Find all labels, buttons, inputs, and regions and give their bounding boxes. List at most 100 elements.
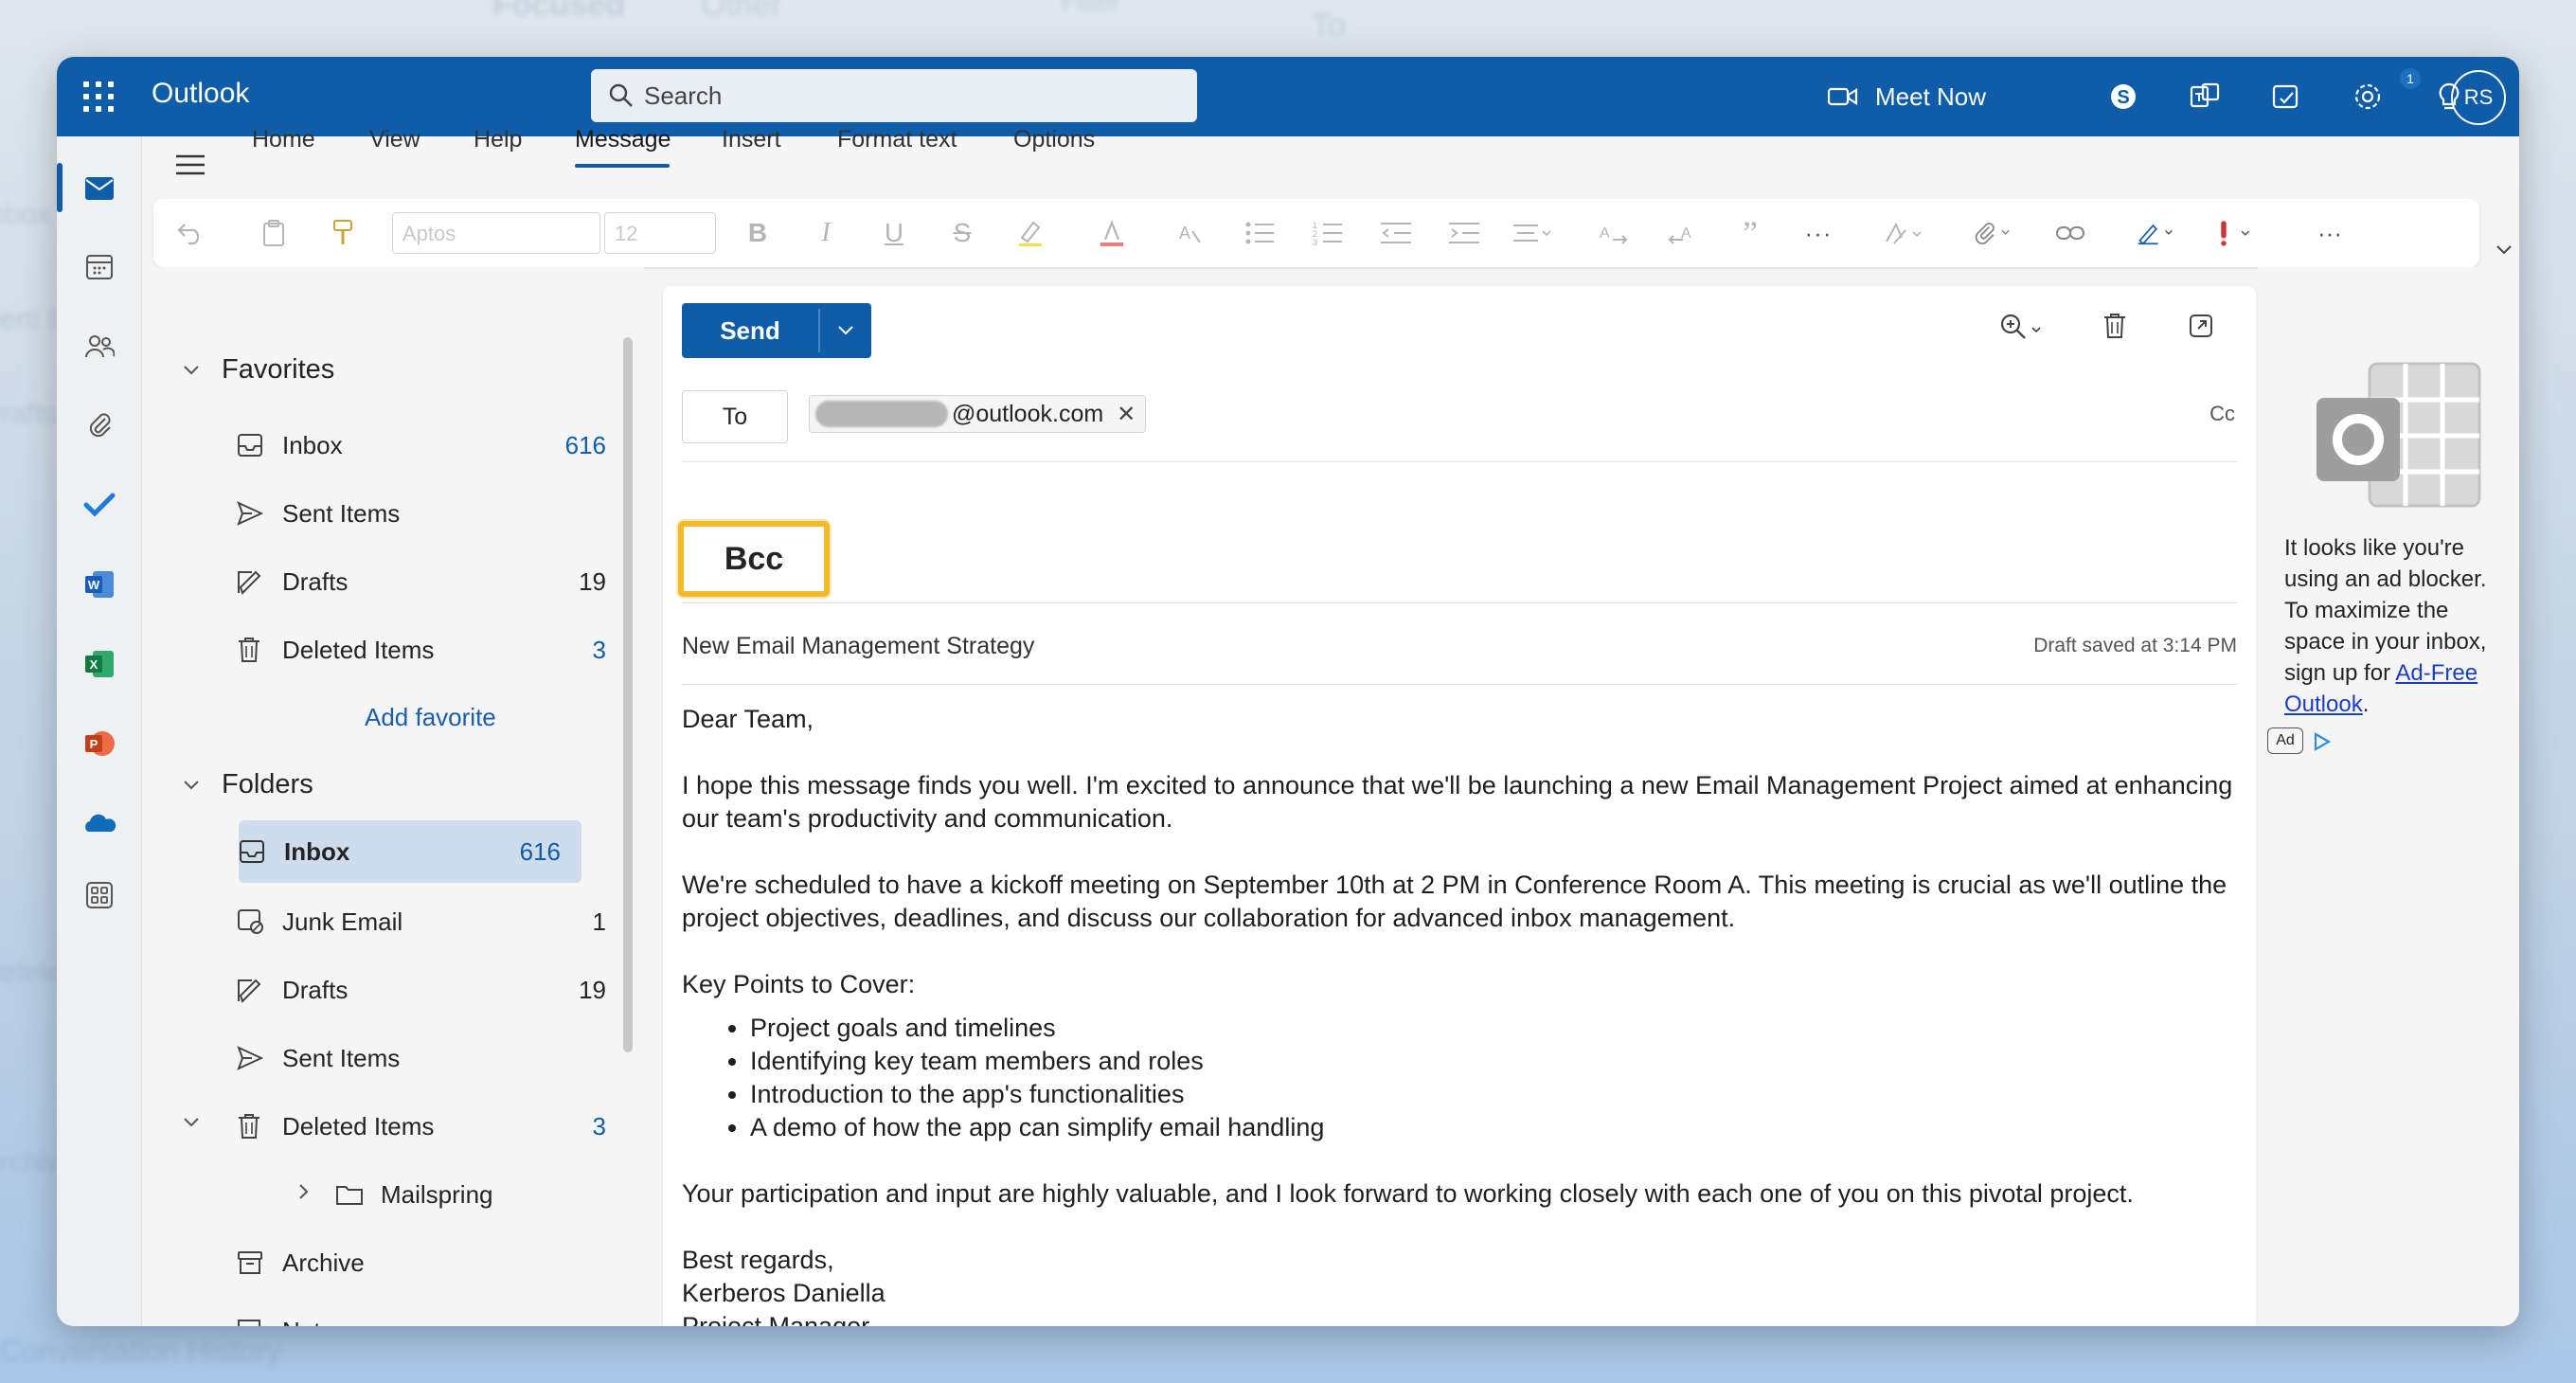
my-day-icon[interactable]	[2267, 78, 2305, 116]
increase-indent-icon[interactable]	[1445, 216, 1483, 250]
chevron-down-icon[interactable]	[182, 1116, 201, 1134]
settings-gear-icon[interactable]	[2349, 78, 2387, 116]
bcc-button[interactable]: Bcc	[678, 521, 830, 597]
add-favorite-link[interactable]: Add favorite	[365, 703, 496, 732]
decrease-indent-icon[interactable]	[1377, 216, 1415, 250]
send-button[interactable]: Send	[682, 303, 818, 358]
app-launcher-icon[interactable]	[83, 81, 114, 112]
folder-sent-items[interactable]: Sent Items	[237, 1027, 606, 1089]
attach-file-icon[interactable]	[1974, 216, 2012, 250]
signature-icon[interactable]	[2137, 216, 2174, 250]
favorite-deleted-items[interactable]: Deleted Items 3	[237, 619, 606, 681]
zoom-icon[interactable]	[1998, 313, 2046, 348]
meet-now-button[interactable]: Meet Now	[1828, 70, 1986, 123]
font-name-select[interactable]: Aptos	[392, 212, 600, 254]
onedrive-icon[interactable]	[78, 801, 121, 845]
background-tab-other: Other	[701, 0, 782, 23]
folder-mailspring[interactable]: Mailspring	[335, 1163, 606, 1226]
ad-badge: Ad	[2267, 727, 2303, 754]
recipient-domain: @outlook.com	[952, 400, 1104, 427]
folder-deleted-items[interactable]: Deleted Items 3	[237, 1095, 606, 1158]
clear-formatting-icon[interactable]: A	[1172, 216, 1210, 250]
chevron-down-icon	[184, 780, 199, 789]
bold-icon[interactable]: B	[739, 216, 777, 250]
favorite-sent-items[interactable]: Sent Items	[237, 482, 606, 545]
key-points-heading: Key Points to Cover:	[682, 970, 916, 998]
account-avatar[interactable]: RS	[2451, 70, 2506, 125]
favorite-inbox[interactable]: Inbox 616	[237, 414, 606, 476]
word-icon[interactable]: W	[78, 563, 121, 606]
list-item: A demo of how the app can simplify email…	[750, 1111, 2235, 1144]
editor-icon[interactable]	[1885, 216, 1923, 250]
pop-out-icon[interactable]	[2188, 313, 2214, 344]
font-color-icon[interactable]	[1093, 216, 1131, 250]
more-options-icon[interactable]: ···	[2311, 216, 2349, 250]
more-apps-icon[interactable]	[78, 873, 121, 917]
discard-trash-icon[interactable]	[2102, 313, 2127, 344]
remove-recipient-close-icon[interactable]: ✕	[1117, 401, 1136, 428]
signature-block: Best regards, Kerberos Daniella Project …	[682, 1244, 2235, 1326]
tab-insert[interactable]: Insert	[722, 126, 781, 153]
subject-field[interactable]: New Email Management Strategy	[682, 633, 1034, 660]
todo-check-icon[interactable]	[78, 483, 121, 527]
highlight-icon[interactable]	[1011, 216, 1049, 250]
recipient-chip[interactable]: @outlook.com ✕	[809, 395, 1147, 433]
ribbon-toolbar: Aptos 12 B I U S A 123 A A ” ··· ···	[153, 199, 2479, 267]
list-item: Introduction to the app's functionalitie…	[750, 1078, 2235, 1111]
tab-view[interactable]: View	[369, 126, 420, 153]
importance-icon[interactable]	[2214, 216, 2252, 250]
message-body[interactable]: Dear Team, I hope this message finds you…	[682, 703, 2235, 1326]
italic-icon[interactable]: I	[807, 216, 845, 250]
folders-header[interactable]: Folders	[182, 769, 313, 800]
folder-junk-email[interactable]: Junk Email 1	[237, 890, 606, 953]
strikethrough-icon[interactable]: S	[943, 216, 981, 250]
mail-icon[interactable]	[78, 167, 121, 210]
tab-options[interactable]: Options	[1013, 126, 1095, 153]
to-button[interactable]: To	[682, 390, 788, 443]
calendar-icon[interactable]	[78, 244, 121, 288]
underline-icon[interactable]: U	[875, 216, 913, 250]
rtl-text-direction-icon[interactable]: A	[1663, 216, 1701, 250]
redacted-recipient-name	[815, 401, 948, 427]
tab-help[interactable]: Help	[474, 126, 522, 153]
paste-clipboard-icon[interactable]	[256, 216, 294, 250]
tab-message[interactable]: Message	[575, 126, 671, 153]
folder-drafts[interactable]: Drafts 19	[237, 959, 606, 1021]
font-size-select[interactable]: 12	[604, 212, 716, 254]
powerpoint-icon[interactable]: P	[78, 722, 121, 765]
folder-archive[interactable]: Archive	[237, 1231, 606, 1294]
send-options-chevron-icon[interactable]	[820, 303, 871, 358]
divider	[682, 684, 2237, 685]
search-box[interactable]: Search	[591, 69, 1197, 122]
folder-notes[interactable]: Notes	[237, 1300, 606, 1326]
ltr-text-direction-icon[interactable]: A	[1595, 216, 1633, 250]
svg-text:W: W	[88, 578, 100, 592]
chevron-right-icon[interactable]	[297, 1182, 311, 1206]
ad-pane: It looks like you're using an ad blocker…	[2258, 267, 2519, 1326]
people-icon[interactable]	[78, 324, 121, 368]
adchoices-icon[interactable]	[2313, 731, 2332, 757]
attachment-files-icon[interactable]	[78, 404, 121, 447]
excel-icon[interactable]: X	[78, 642, 121, 686]
folder-pane-scrollbar[interactable]	[623, 337, 633, 1052]
teams-icon[interactable]	[2186, 78, 2224, 116]
quote-icon[interactable]: ”	[1731, 214, 1769, 252]
insert-link-icon[interactable]	[2051, 216, 2089, 250]
favorites-header[interactable]: Favorites	[182, 354, 334, 386]
folder-inbox[interactable]: Inbox 616	[239, 820, 581, 883]
app-name[interactable]: Outlook	[152, 78, 249, 110]
body-paragraph-1: I hope this message finds you well. I'm …	[682, 771, 2233, 833]
cc-button[interactable]: Cc	[2209, 402, 2235, 426]
more-formatting-icon[interactable]: ···	[1799, 216, 1837, 250]
bullets-icon[interactable]	[1241, 216, 1279, 250]
tab-format-text[interactable]: Format text	[837, 126, 957, 153]
ribbon-expand-chevron-icon[interactable]	[2495, 242, 2513, 260]
undo-icon[interactable]	[172, 216, 210, 250]
hamburger-menu-icon[interactable]	[176, 153, 205, 181]
tab-home[interactable]: Home	[252, 126, 315, 153]
numbering-icon[interactable]: 123	[1309, 216, 1347, 250]
favorite-drafts[interactable]: Drafts 19	[237, 550, 606, 613]
format-painter-icon[interactable]	[324, 216, 362, 250]
align-icon[interactable]	[1513, 216, 1551, 250]
skype-icon[interactable]: S	[2104, 78, 2142, 116]
